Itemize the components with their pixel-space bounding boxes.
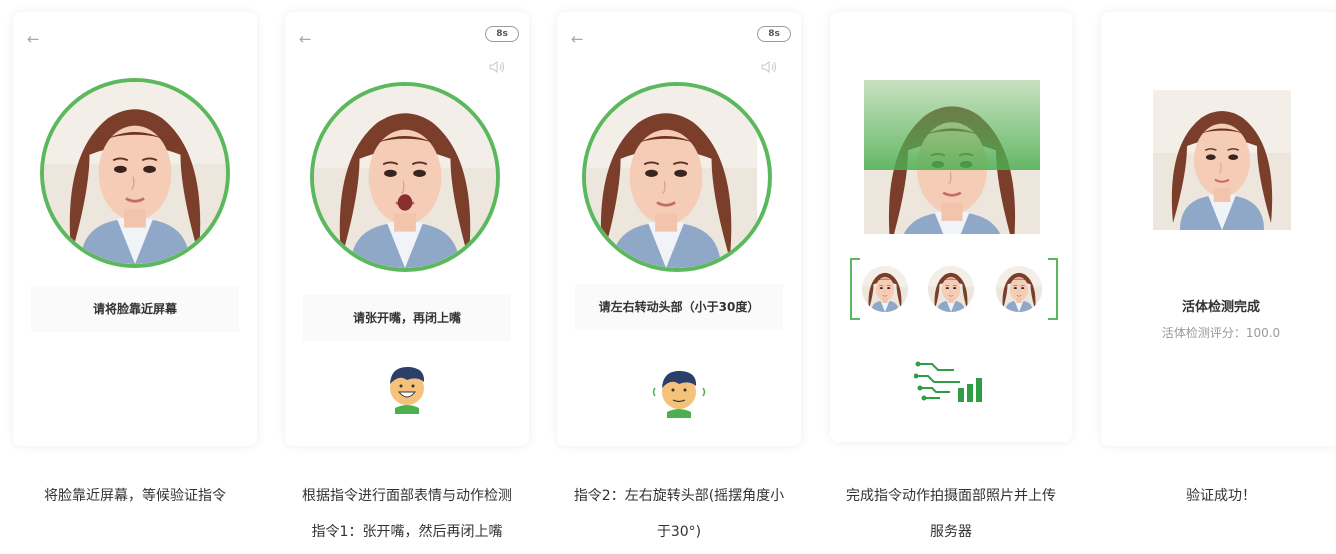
caption-line: 指令2：左右旋转头部(摇摆角度小 [573, 488, 785, 504]
face-capture-circle [40, 78, 230, 268]
step-card-4 [830, 12, 1072, 442]
face-thumbnail [996, 266, 1042, 312]
countdown-timer: 8s [757, 26, 791, 42]
caption-line: 完成指令动作拍摄面部照片并上传 [846, 488, 1056, 504]
bracket-right [1048, 258, 1058, 320]
instruction-prompt: 请张开嘴，再闭上嘴 [303, 295, 511, 341]
face-thumbnail [928, 266, 974, 312]
caption-line: 于30°) [656, 524, 702, 540]
face-capture-circle [310, 82, 500, 272]
face-capture-circle [582, 82, 772, 272]
caption-line: 指令1：张开嘴，然后再闭上嘴 [311, 524, 503, 540]
captured-face-photo [864, 80, 1040, 234]
back-arrow-icon[interactable]: ← [571, 32, 587, 47]
back-arrow-icon[interactable]: ← [27, 32, 43, 47]
cartoon-avatar-icon [390, 366, 425, 414]
step-card-3: ← 8s 请左右转动头部（小于30度） [557, 12, 801, 446]
instruction-prompt: 请将脸靠近屏幕 [31, 286, 239, 332]
step-card-1: ← 请将脸靠近屏幕 [13, 12, 257, 446]
step-card-5: 活体检测完成 活体检测评分：100.0 [1101, 12, 1336, 446]
circuit-logo-icon [914, 361, 982, 402]
bracket-left [850, 258, 860, 320]
caption-line: 验证成功！ [1186, 488, 1256, 504]
face-thumbnails [850, 258, 1058, 320]
caption-line: 服务器 [930, 524, 972, 540]
result-score: 活体检测评分：100.0 [1161, 326, 1281, 340]
caption-line: 根据指令进行面部表情与动作检测 [302, 488, 512, 504]
step-caption-2: 根据指令进行面部表情与动作检测 指令1：张开嘴，然后再闭上嘴 [280, 478, 534, 550]
speaker-icon[interactable] [489, 60, 507, 74]
caption-line: 将脸靠近屏幕，等候验证指令 [44, 488, 226, 504]
back-arrow-icon[interactable]: ← [299, 32, 315, 47]
face-thumbnail [862, 266, 908, 312]
step-card-2: ← 8s 请张开嘴，再闭上嘴 [285, 12, 529, 446]
face-photo [314, 86, 496, 268]
cartoon-avatar-icon [652, 370, 706, 418]
instruction-prompt: 请左右转动头部（小于30度） [575, 284, 783, 330]
speaker-icon[interactable] [761, 60, 779, 74]
final-face-photo [1153, 90, 1291, 230]
step-caption-5: 验证成功！ [1101, 478, 1336, 514]
scan-overlay [864, 80, 1040, 170]
step-caption-4: 完成指令动作拍摄面部照片并上传 服务器 [826, 478, 1076, 550]
step-caption-3: 指令2：左右旋转头部(摇摆角度小 于30°) [552, 478, 806, 550]
result-title: 活体检测完成 [1181, 300, 1260, 315]
face-photo [44, 82, 226, 264]
step-caption-1: 将脸靠近屏幕，等候验证指令 [13, 478, 257, 514]
face-photo [586, 86, 759, 268]
countdown-timer: 8s [485, 26, 519, 42]
